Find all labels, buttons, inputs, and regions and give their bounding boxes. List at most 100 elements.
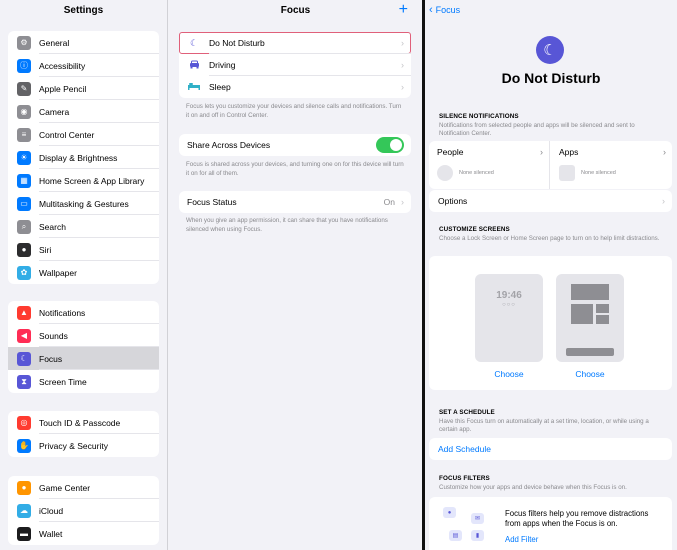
add-focus-button[interactable]: + <box>399 2 408 18</box>
sidebar-item-label: Focus <box>39 353 63 364</box>
cloud-icon: ☁ <box>17 503 31 518</box>
bell-icon: ▲ <box>17 305 31 320</box>
share-across-devices-toggle[interactable] <box>376 137 404 153</box>
apps-placeholder <box>559 165 575 181</box>
people-cell[interactable]: People › None silenced <box>429 141 550 189</box>
gear-icon: ⚙ <box>17 35 31 50</box>
control-center-icon: ≡ <box>17 127 31 142</box>
home-screen-preview[interactable] <box>556 274 624 362</box>
sidebar-item-label: Wallet <box>39 528 63 539</box>
sidebar-item-focus[interactable]: ☾ Focus <box>8 347 159 370</box>
sidebar-item-label: Sounds <box>39 330 68 341</box>
choose-lock-screen-button[interactable]: Choose <box>475 369 543 379</box>
focus-mode-label: Do Not Disturb <box>209 38 265 48</box>
focus-filters-card: ● ✉ ▤ ▮ Focus filters help you remove di… <box>429 497 672 550</box>
sidebar-item-siri[interactable]: ● Siri <box>8 238 159 261</box>
focus-mode-label: Driving <box>209 60 236 70</box>
filters-description: Customize how your apps and device behav… <box>439 484 627 491</box>
sidebar-item-wallet[interactable]: ▬ Wallet <box>8 522 159 545</box>
sidebar-item-game-center[interactable]: ● Game Center <box>8 476 159 499</box>
moon-icon: ☾ <box>189 37 199 48</box>
sidebar-item-icloud[interactable]: ☁ iCloud <box>8 499 159 522</box>
home-app-block <box>596 315 609 324</box>
settings-group: ◎ Touch ID & Passcode ✋ Privacy & Security <box>8 411 159 457</box>
search-icon: ⌕ <box>17 219 31 234</box>
lock-screen-preview[interactable]: 19:46 ○○○ <box>475 274 543 362</box>
settings-sidebar: Settings ⚙ General ⓘ Accessibility ✎ Apple Pe… <box>0 0 168 550</box>
share-across-devices-label: Share Across Devices <box>187 140 271 150</box>
sidebar-item-display-brightness[interactable]: ☀ Display & Brightness <box>8 146 159 169</box>
game-center-icon: ● <box>17 480 31 495</box>
sidebar-item-search[interactable]: ⌕ Search <box>8 215 159 238</box>
add-schedule-button[interactable]: Add Schedule <box>429 438 672 460</box>
customize-description: Choose a Lock Screen or Home Screen page… <box>439 235 660 242</box>
moon-icon: ☾ <box>17 351 31 366</box>
apps-none-silenced: None silenced <box>581 170 616 176</box>
do-not-disturb-pane: ‹ Focus ☾ Do Not Disturb SILENCE NOTIFIC… <box>425 0 677 550</box>
lock-screen-time: 19:46 <box>496 290 522 301</box>
sidebar-item-notifications[interactable]: ▲ Notifications <box>8 301 159 324</box>
focus-title: Focus <box>280 5 311 16</box>
message-icon: ● <box>443 507 456 518</box>
multitasking-icon: ▭ <box>17 196 31 211</box>
silence-heading: SILENCE NOTIFICATIONS <box>439 113 519 120</box>
sidebar-item-control-center[interactable]: ≡ Control Center <box>8 123 159 146</box>
sidebar-item-multitasking-gestures[interactable]: ▭ Multitasking & Gestures <box>8 192 159 215</box>
sidebar-item-label: Control Center <box>39 129 95 140</box>
focus-list-pane: Focus + ☾ Do Not Disturb › Driving › Sle… <box>169 0 422 550</box>
wallet-icon: ▬ <box>17 526 31 541</box>
bed-icon <box>187 82 201 92</box>
focus-mode-label: Sleep <box>209 82 231 92</box>
car-icon <box>187 60 201 71</box>
focus-mode-driving[interactable]: Driving › <box>179 54 411 76</box>
sidebar-item-label: General <box>39 37 70 48</box>
silence-description: Notifications from selected people and a… <box>439 122 635 137</box>
sidebar-item-label: Display & Brightness <box>39 152 118 163</box>
sidebar-item-apple-pencil[interactable]: ✎ Apple Pencil <box>8 77 159 100</box>
sidebar-item-label: Game Center <box>39 482 91 493</box>
options-row[interactable]: Options › <box>429 190 672 212</box>
sidebar-item-sounds[interactable]: ◀ Sounds <box>8 324 159 347</box>
sidebar-item-wallpaper[interactable]: ✿ Wallpaper <box>8 261 159 284</box>
sidebar-item-label: Wallpaper <box>39 267 77 278</box>
share-across-devices-row: Share Across Devices <box>179 134 411 156</box>
moon-icon: ☾ <box>536 36 564 64</box>
sidebar-item-label: Search <box>39 221 66 232</box>
filters-heading: FOCUS FILTERS <box>439 475 490 482</box>
sidebar-item-label: Camera <box>39 106 70 117</box>
sidebar-item-camera[interactable]: ◉ Camera <box>8 100 159 123</box>
status-group: Focus Status On › <box>179 191 411 213</box>
home-app-block <box>596 304 609 313</box>
focus-mode-do-not-disturb[interactable]: ☾ Do Not Disturb › <box>179 32 411 54</box>
camera-icon: ◉ <box>17 104 31 119</box>
focus-status-row[interactable]: Focus Status On › <box>179 191 411 213</box>
sidebar-item-screen-time[interactable]: ⧗ Screen Time <box>8 370 159 393</box>
choose-home-screen-button[interactable]: Choose <box>556 369 624 379</box>
people-none-silenced: None silenced <box>459 170 494 176</box>
home-widget-block <box>571 304 593 324</box>
sidebar-item-accessibility[interactable]: ⓘ Accessibility <box>8 54 159 77</box>
home-screen-icon: ▦ <box>17 173 31 188</box>
schedule-card: Add Schedule <box>429 438 672 460</box>
add-filter-button[interactable]: Add Filter <box>505 535 538 544</box>
chevron-right-icon: › <box>662 196 665 206</box>
home-dock <box>566 348 614 356</box>
hand-icon: ✋ <box>17 438 31 453</box>
focus-status-label: Focus Status <box>187 197 237 207</box>
sidebar-item-privacy-security[interactable]: ✋ Privacy & Security <box>8 434 159 457</box>
people-label: People <box>437 147 464 157</box>
sidebar-item-general[interactable]: ⚙ General <box>8 31 159 54</box>
sidebar-item-home-screen-app-library[interactable]: ▦ Home Screen & App Library <box>8 169 159 192</box>
sidebar-item-label: Apple Pencil <box>39 83 87 94</box>
settings-group: ● Game Center ☁ iCloud ▬ Wallet <box>8 476 159 545</box>
customize-heading: CUSTOMIZE SCREENS <box>439 226 510 233</box>
back-button[interactable]: ‹ Focus <box>429 4 460 16</box>
schedule-heading: SET A SCHEDULE <box>439 409 495 416</box>
chevron-right-icon: › <box>401 60 404 70</box>
apps-cell[interactable]: Apps › None silenced <box>551 141 672 189</box>
sidebar-item-touch-id-passcode[interactable]: ◎ Touch ID & Passcode <box>8 411 159 434</box>
focus-mode-sleep[interactable]: Sleep › <box>179 76 411 98</box>
focus-modes-note: Focus lets you customize your devices an… <box>186 103 402 119</box>
sidebar-item-label: Home Screen & App Library <box>39 175 145 186</box>
hourglass-icon: ⧗ <box>17 374 31 389</box>
